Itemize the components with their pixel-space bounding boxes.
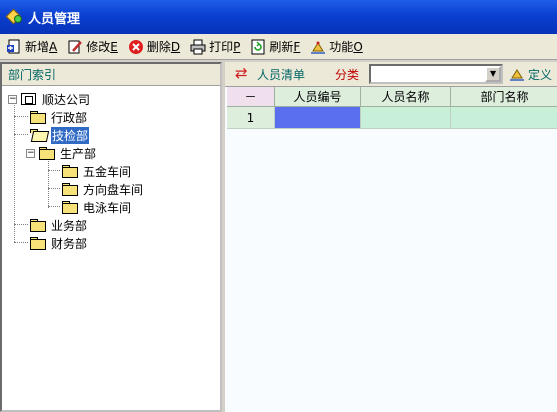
tree-item-admin[interactable]: 行政部 bbox=[30, 108, 87, 126]
column-header-employee-name[interactable]: 人员名称 bbox=[361, 87, 451, 107]
folder-icon bbox=[30, 219, 46, 232]
add-button-label: 新增 bbox=[25, 40, 50, 54]
cell-employee-id[interactable] bbox=[275, 107, 361, 129]
tree-item-label: 顺达公司 bbox=[42, 92, 91, 107]
tree-item-label: 业务部 bbox=[51, 218, 88, 233]
column-header-department-name[interactable]: 部门名称 bbox=[451, 87, 557, 107]
delete-button-key: D bbox=[170, 40, 181, 54]
folder-icon bbox=[62, 201, 78, 214]
tree-item-label: 电泳车间 bbox=[83, 200, 132, 215]
tree-item-label: 行政部 bbox=[51, 110, 88, 125]
tree-item-label: 技检部 bbox=[51, 126, 90, 144]
corner-cell[interactable]: － bbox=[227, 87, 275, 107]
function-button[interactable]: 功能O bbox=[310, 36, 363, 58]
add-button[interactable]: 新增A bbox=[6, 36, 57, 58]
printer-icon bbox=[190, 39, 206, 55]
refresh-button-label: 刷新 bbox=[269, 40, 294, 54]
edit-icon bbox=[67, 39, 83, 55]
folder-icon bbox=[62, 183, 78, 196]
folder-icon bbox=[39, 147, 55, 160]
tree-item-production[interactable]: − 生产部 bbox=[26, 144, 96, 162]
new-document-icon bbox=[6, 39, 22, 55]
cell-employee-name[interactable] bbox=[361, 107, 451, 129]
personnel-table: － 人员编号 人员名称 部门名称 1 bbox=[227, 87, 557, 129]
list-toolbar: 人员清单 分类 ▼ 定义 bbox=[225, 62, 557, 87]
function-icon bbox=[310, 39, 326, 55]
tree-item-label: 方向盘车间 bbox=[83, 182, 144, 197]
app-icon bbox=[6, 9, 22, 25]
edit-button-key: E bbox=[110, 40, 118, 54]
delete-button[interactable]: 删除D bbox=[128, 36, 180, 58]
title-bar: 人员管理 bbox=[0, 0, 557, 34]
personnel-list-title: 人员清单 bbox=[257, 67, 306, 82]
folder-icon bbox=[30, 237, 46, 250]
tree-item-label: 五金车间 bbox=[83, 164, 132, 179]
folder-icon bbox=[62, 165, 78, 178]
print-button-label: 打印 bbox=[209, 40, 234, 54]
define-label[interactable]: 定义 bbox=[528, 66, 552, 83]
collapse-icon[interactable]: − bbox=[26, 148, 35, 158]
dropdown-arrow-icon[interactable]: ▼ bbox=[485, 66, 502, 82]
print-button-key: P bbox=[233, 40, 241, 54]
refresh-icon bbox=[250, 39, 266, 55]
category-label: 分类 bbox=[335, 67, 360, 82]
tree-item-finance[interactable]: 财务部 bbox=[30, 234, 87, 252]
edit-button-label: 修改 bbox=[86, 40, 111, 54]
swap-arrows-icon bbox=[235, 64, 251, 82]
tree-item-company[interactable]: − 顺达公司 bbox=[8, 90, 90, 108]
table-row[interactable]: 1 bbox=[227, 107, 557, 129]
toolbar: 新增A 修改E 删除D 打印P 刷新F 功能O bbox=[0, 34, 557, 60]
department-index-header: 部门索引 bbox=[2, 64, 220, 86]
refresh-button-key: F bbox=[293, 40, 301, 54]
tree-item-electrophoresis-workshop[interactable]: 电泳车间 bbox=[62, 198, 131, 216]
open-folder-icon bbox=[30, 129, 45, 141]
column-header-employee-id[interactable]: 人员编号 bbox=[275, 87, 361, 107]
add-button-key: A bbox=[49, 40, 58, 54]
delete-button-label: 删除 bbox=[146, 40, 171, 54]
tree-item-label: 生产部 bbox=[60, 146, 97, 161]
cell-department-name[interactable] bbox=[451, 107, 557, 129]
function-button-label: 功能 bbox=[329, 40, 354, 54]
tree-item-inspection[interactable]: 技检部 bbox=[30, 126, 90, 144]
tree-item-business[interactable]: 业务部 bbox=[30, 216, 87, 234]
refresh-button[interactable]: 刷新F bbox=[250, 36, 300, 58]
department-panel: 部门索引 − 顺达公司 行政部 技检部 − 生产部 五金车间 方向盘车间 电泳车… bbox=[0, 62, 222, 412]
tree-item-hardware-workshop[interactable]: 五金车间 bbox=[62, 162, 131, 180]
category-select[interactable]: ▼ bbox=[369, 64, 504, 84]
print-button[interactable]: 打印P bbox=[190, 36, 240, 58]
function-button-key: O bbox=[353, 40, 363, 54]
tree-item-steering-wheel-workshop[interactable]: 方向盘车间 bbox=[62, 180, 143, 198]
window-title: 人员管理 bbox=[28, 11, 81, 27]
collapse-icon[interactable]: − bbox=[8, 94, 17, 104]
tree-item-label: 财务部 bbox=[51, 236, 88, 251]
edit-button[interactable]: 修改E bbox=[67, 36, 118, 58]
personnel-panel: 人员清单 分类 ▼ 定义 － 人员编号 人员名称 部门名称 1 bbox=[225, 62, 557, 412]
department-tree: − 顺达公司 行政部 技检部 − 生产部 五金车间 方向盘车间 电泳车间 业务部… bbox=[2, 86, 220, 251]
company-icon bbox=[21, 93, 36, 105]
delete-icon bbox=[128, 39, 144, 55]
folder-icon bbox=[30, 111, 46, 124]
row-index: 1 bbox=[227, 107, 275, 129]
table-header: － 人员编号 人员名称 部门名称 bbox=[227, 87, 557, 107]
define-icon[interactable] bbox=[509, 66, 525, 82]
